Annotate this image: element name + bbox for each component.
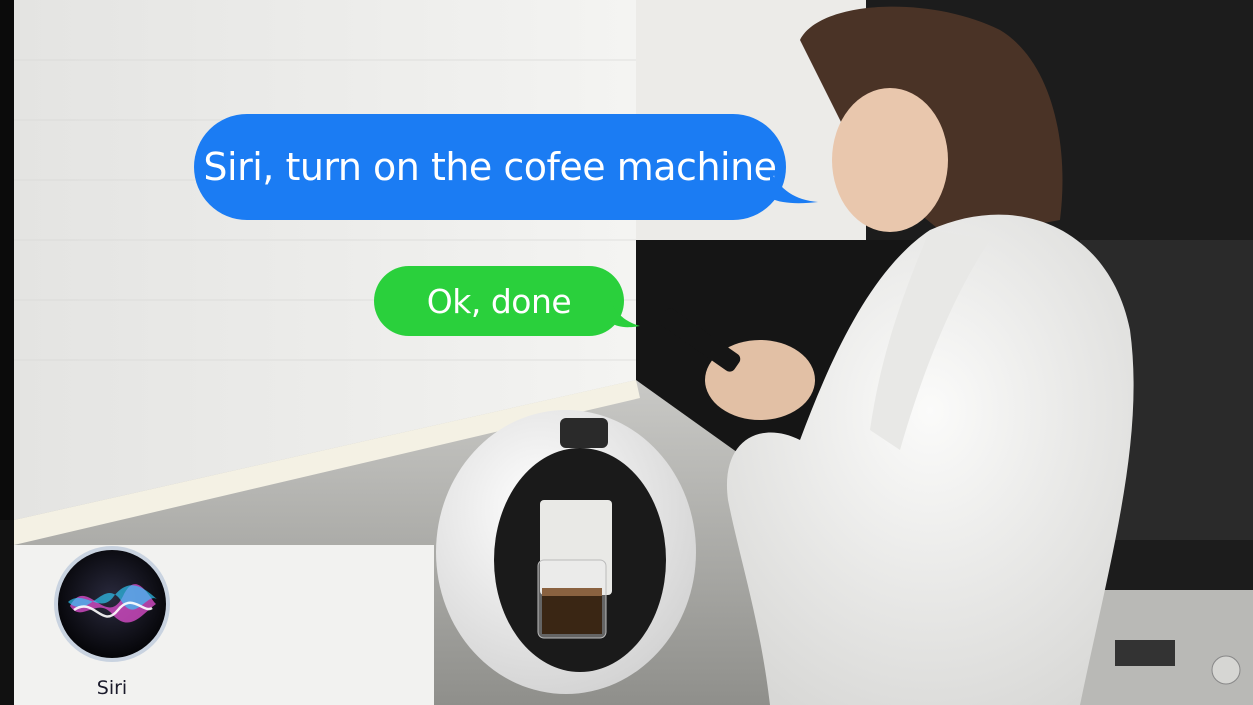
siri-bubble-tail [610, 300, 640, 328]
user-message-text: Siri, turn on the cofee machine [203, 145, 777, 189]
kitchen-photo [0, 0, 1253, 705]
siri-reply-bubble: Ok, done [374, 266, 624, 336]
siri-label: Siri [96, 677, 128, 699]
coffee-machine [436, 410, 696, 694]
siri-reply-text: Ok, done [426, 281, 572, 321]
user-message-bubble: Siri, turn on the cofee machine [194, 114, 786, 220]
photo-scene: Siri, turn on the cofee machine Ok, done… [0, 0, 1253, 705]
user-bubble-tail [770, 170, 818, 204]
siri-icon[interactable] [52, 544, 172, 664]
